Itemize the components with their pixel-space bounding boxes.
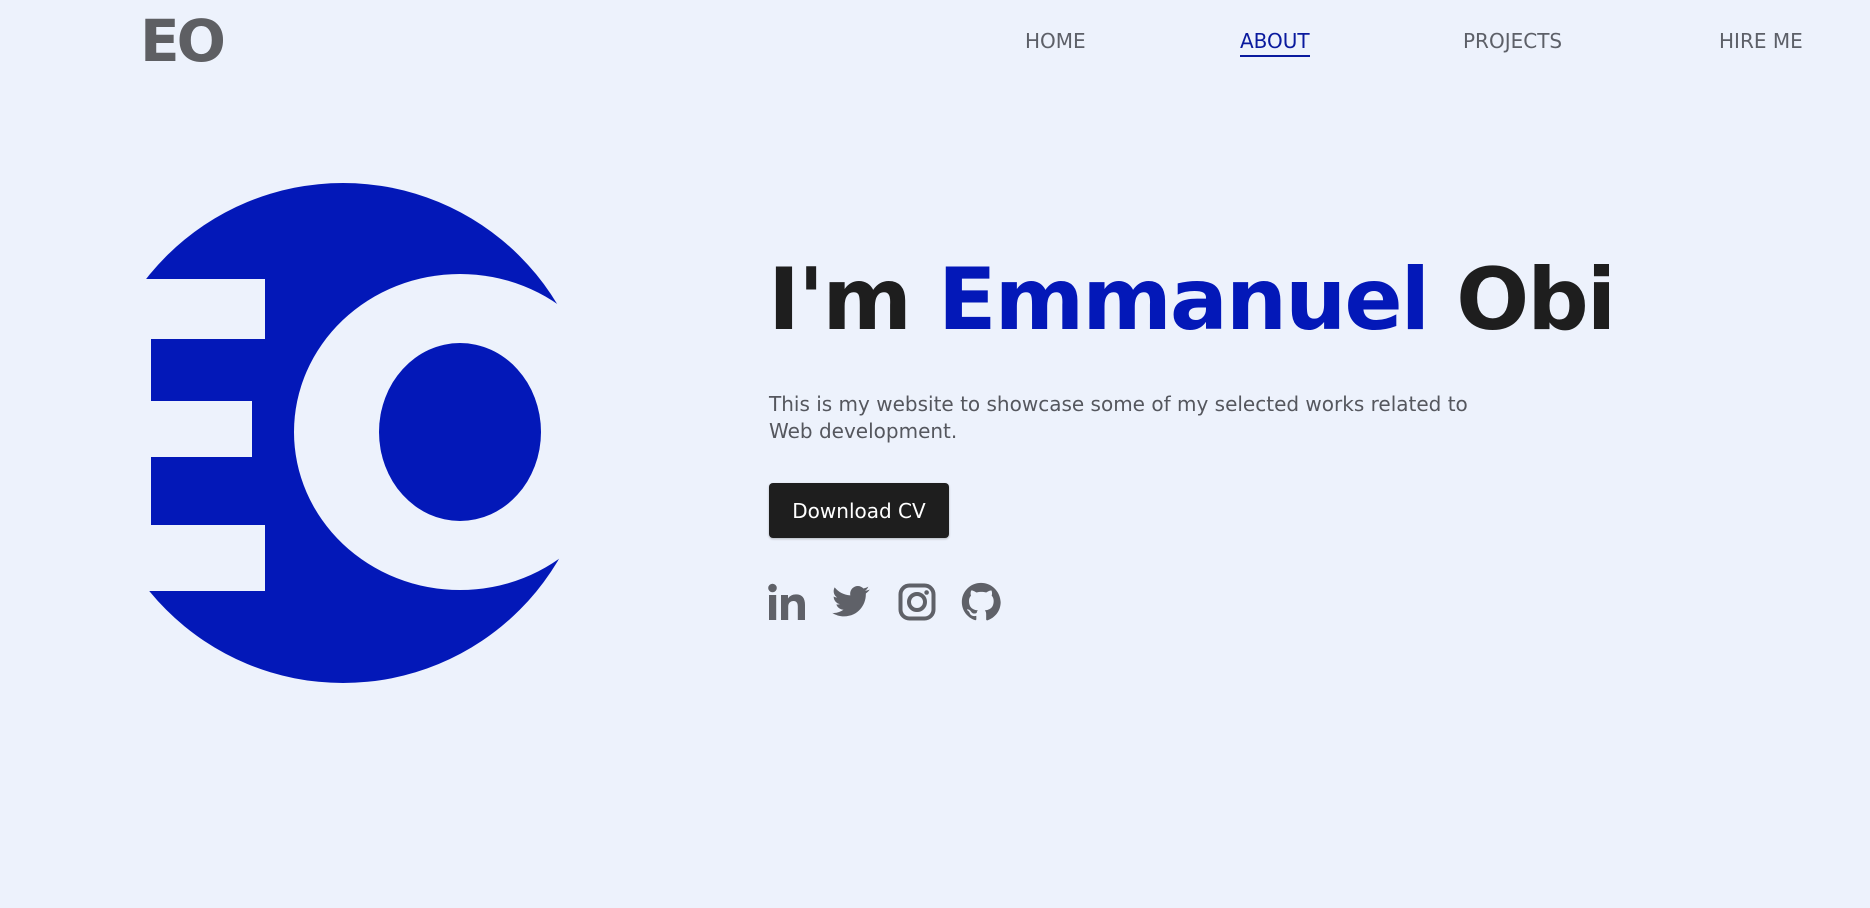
hero-title-prefix: I'm [768,250,938,350]
hero-title-suffix: Obi [1428,250,1616,350]
eo-monogram-icon [138,183,578,683]
nav-link-projects[interactable]: PROJECTS [1463,28,1562,54]
nav-link-hire-me[interactable]: HIRE ME [1719,28,1803,54]
twitter-link[interactable] [831,582,871,622]
nav-link-about[interactable]: ABOUT [1240,28,1310,57]
hero-title: I'm Emmanuel Obi [768,248,1616,352]
nav-link-home[interactable]: HOME [1025,28,1086,54]
hero-title-name-highlight: Emmanuel [937,250,1430,350]
hero-logo-mark [138,182,578,684]
twitter-icon [832,586,870,617]
instagram-link[interactable] [898,582,936,622]
github-link[interactable] [961,582,1001,622]
linkedin-icon [768,583,805,620]
hero-description: This is my website to showcase some of m… [769,392,1468,443]
download-cv-button[interactable]: Download CV [769,483,949,538]
linkedin-link[interactable] [768,582,806,622]
github-icon [961,582,1001,621]
instagram-icon [898,583,936,621]
site-logo[interactable]: EO [140,6,226,76]
